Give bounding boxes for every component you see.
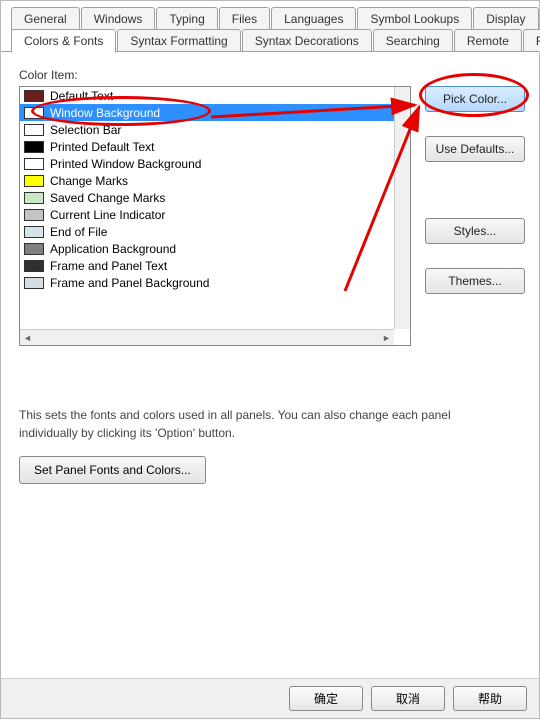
tab-folders[interactable]: Folders xyxy=(523,29,540,52)
list-item[interactable]: Frame and Panel Background xyxy=(20,274,394,291)
list-item-label: Frame and Panel Text xyxy=(50,259,167,273)
tab-typing[interactable]: Typing xyxy=(156,7,217,30)
cancel-button[interactable]: 取消 xyxy=(371,686,445,711)
tab-content: Color Item: Default Text Window Backgroun… xyxy=(1,51,539,661)
list-item-label: Selection Bar xyxy=(50,123,121,137)
description-text: This sets the fonts and colors used in a… xyxy=(19,406,489,442)
tab-colors-fonts[interactable]: Colors & Fonts xyxy=(11,29,116,53)
color-item-listbox[interactable]: Default Text Window Background Selection B… xyxy=(19,86,411,346)
color-swatch xyxy=(24,141,44,153)
list-item[interactable]: Saved Change Marks xyxy=(20,189,394,206)
pick-color-button[interactable]: Pick Color... xyxy=(425,86,525,112)
set-panel-fonts-button[interactable]: Set Panel Fonts and Colors... xyxy=(19,456,206,484)
list-item-label: Saved Change Marks xyxy=(50,191,165,205)
tab-windows[interactable]: Windows xyxy=(81,7,156,30)
ok-button[interactable]: 确定 xyxy=(289,686,363,711)
color-swatch xyxy=(24,124,44,136)
color-swatch xyxy=(24,277,44,289)
list-item-label: End of File xyxy=(50,225,107,239)
list-item[interactable]: Change Marks xyxy=(20,172,394,189)
list-item[interactable]: Application Background xyxy=(20,240,394,257)
side-buttons: Pick Color... Use Defaults... Styles... … xyxy=(425,86,525,346)
tab-remote[interactable]: Remote xyxy=(454,29,522,52)
tab-symbol-lookups[interactable]: Symbol Lookups xyxy=(357,7,472,30)
tab-row-2: Colors & FontsSyntax FormattingSyntax De… xyxy=(11,29,539,52)
color-swatch xyxy=(24,175,44,187)
tab-general[interactable]: General xyxy=(11,7,80,30)
use-defaults-button[interactable]: Use Defaults... xyxy=(425,136,525,162)
color-swatch xyxy=(24,90,44,102)
tab-files[interactable]: Files xyxy=(219,7,270,30)
list-item-label: Frame and Panel Background xyxy=(50,276,209,290)
color-item-label: Color Item: xyxy=(19,68,525,82)
list-item-label: Printed Default Text xyxy=(50,140,155,154)
help-button[interactable]: 帮助 xyxy=(453,686,527,711)
list-item[interactable]: Printed Window Background xyxy=(20,155,394,172)
bottom-button-bar: 确定 取消 帮助 xyxy=(1,678,539,718)
color-swatch xyxy=(24,209,44,221)
color-swatch xyxy=(24,243,44,255)
styles-button[interactable]: Styles... xyxy=(425,218,525,244)
color-swatch xyxy=(24,158,44,170)
tab-syntax-decorations[interactable]: Syntax Decorations xyxy=(242,29,372,52)
color-swatch xyxy=(24,107,44,119)
list-item-label: Default Text xyxy=(50,89,113,103)
themes-button[interactable]: Themes... xyxy=(425,268,525,294)
scroll-left-icon[interactable]: ◄ xyxy=(20,330,35,345)
color-swatch xyxy=(24,226,44,238)
tab-row-1: GeneralWindowsTypingFilesLanguagesSymbol… xyxy=(11,7,539,30)
horizontal-scrollbar[interactable]: ◄ ► xyxy=(20,329,394,345)
list-item[interactable]: Window Background xyxy=(20,104,394,121)
list-item[interactable]: Selection Bar xyxy=(20,121,394,138)
list-item-label: Application Background xyxy=(50,242,176,256)
list-item[interactable]: Printed Default Text xyxy=(20,138,394,155)
vertical-scrollbar[interactable] xyxy=(394,87,410,329)
tabs-container: GeneralWindowsTypingFilesLanguagesSymbol… xyxy=(1,1,539,52)
list-item[interactable]: End of File xyxy=(20,223,394,240)
tab-display[interactable]: Display xyxy=(473,7,538,30)
list-item[interactable]: Frame and Panel Text xyxy=(20,257,394,274)
tab-syntax-formatting[interactable]: Syntax Formatting xyxy=(117,29,240,52)
scroll-right-icon[interactable]: ► xyxy=(379,330,394,345)
tab-languages[interactable]: Languages xyxy=(271,7,356,30)
color-swatch xyxy=(24,192,44,204)
list-item-label: Printed Window Background xyxy=(50,157,201,171)
list-item-label: Current Line Indicator xyxy=(50,208,165,222)
tab-searching[interactable]: Searching xyxy=(373,29,453,52)
list-item-label: Change Marks xyxy=(50,174,128,188)
list-item[interactable]: Default Text xyxy=(20,87,394,104)
color-swatch xyxy=(24,260,44,272)
list-item[interactable]: Current Line Indicator xyxy=(20,206,394,223)
list-item-label: Window Background xyxy=(50,106,160,120)
